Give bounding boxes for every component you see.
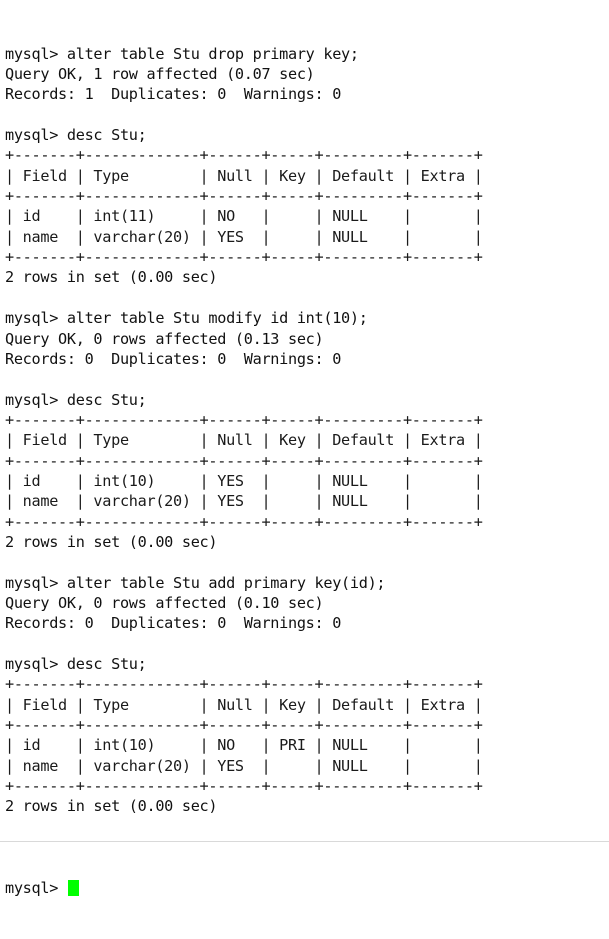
terminal-line: mysql> desc Stu; [5,390,147,409]
mysql-terminal[interactable]: mysql> alter table Stu drop primary key;… [0,0,609,897]
prompt-label: mysql> [5,878,67,897]
terminal-table-line: | name | varchar(20) | YES | | NULL | | [5,756,483,775]
terminal-line: Records: 0 Duplicates: 0 Warnings: 0 [5,614,342,633]
terminal-output: mysql> alter table Stu drop primary key;… [5,44,609,837]
terminal-table-line: | id | int(11) | NO | | NULL | | [5,207,483,226]
terminal-table-line: +-------+-------------+------+-----+----… [5,146,483,165]
terminal-table-line: +-------+-------------+------+-----+----… [5,716,483,735]
terminal-table-line: +-------+-------------+------+-----+----… [5,187,483,206]
terminal-line: mysql> alter table Stu modify id int(10)… [5,309,368,328]
bottom-divider [0,841,609,842]
terminal-line: mysql> alter table Stu drop primary key; [5,44,359,63]
terminal-line: Records: 0 Duplicates: 0 Warnings: 0 [5,349,342,368]
terminal-line: mysql> desc Stu; [5,126,147,145]
terminal-table-line: | name | varchar(20) | YES | | NULL | | [5,492,483,511]
text-cursor [67,879,79,896]
terminal-table-line: +-------+-------------+------+-----+----… [5,777,483,796]
terminal-table-line: +-------+-------------+------+-----+----… [5,512,483,531]
terminal-line: Query OK, 0 rows affected (0.13 sec) [5,329,324,348]
terminal-table-line: | id | int(10) | YES | | NULL | | [5,471,483,490]
terminal-table-line: +-------+-------------+------+-----+----… [5,675,483,694]
terminal-table-line: | id | int(10) | NO | PRI | NULL | | [5,736,483,755]
terminal-table-line: | Field | Type | Null | Key | Default | … [5,431,483,450]
terminal-table-line: | Field | Type | Null | Key | Default | … [5,166,483,185]
terminal-line: mysql> alter table Stu add primary key(i… [5,573,386,592]
terminal-line: Query OK, 0 rows affected (0.10 sec) [5,593,324,612]
terminal-table-line: +-------+-------------+------+-----+----… [5,248,483,267]
terminal-line: 2 rows in set (0.00 sec) [5,797,218,816]
terminal-table-line: +-------+-------------+------+-----+----… [5,451,483,470]
terminal-table-line: | Field | Type | Null | Key | Default | … [5,695,483,714]
terminal-table-line: +-------+-------------+------+-----+----… [5,410,483,429]
terminal-line: mysql> desc Stu; [5,655,147,673]
terminal-prompt-line[interactable]: mysql> [5,878,609,898]
terminal-line: Records: 1 Duplicates: 0 Warnings: 0 [5,85,342,104]
terminal-line: Query OK, 1 row affected (0.07 sec) [5,65,315,84]
terminal-table-line: | name | varchar(20) | YES | | NULL | | [5,227,483,246]
terminal-line: 2 rows in set (0.00 sec) [5,532,218,551]
terminal-line: 2 rows in set (0.00 sec) [5,268,218,287]
